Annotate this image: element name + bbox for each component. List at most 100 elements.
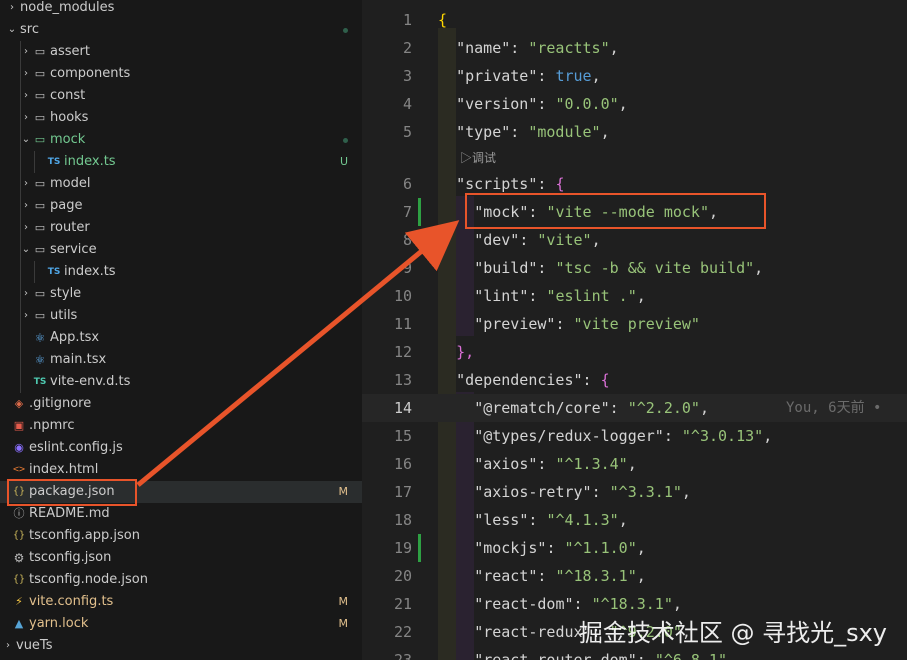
json-file-icon: {} [12, 530, 26, 541]
chevron-right-icon[interactable]: › [20, 107, 32, 129]
code-line[interactable]: 13 "dependencies": { [362, 366, 907, 394]
chevron-right-icon[interactable]: › [20, 305, 32, 327]
line-number: 5 [402, 123, 412, 141]
code-line[interactable]: 16 "axios": "^1.3.4", [362, 450, 907, 478]
code-line[interactable]: 2 "name": "reactts", [362, 34, 907, 62]
json-file-icon: {} [12, 574, 26, 585]
react-file-icon: ⚛ [34, 353, 46, 367]
code-line[interactable]: 23 "react-router-dom": "^6.8.1", [362, 646, 907, 660]
explorer-item[interactable]: › ▭ utils [0, 305, 362, 327]
code-text: "axios-retry": "^3.3.1", [474, 483, 691, 501]
code-line[interactable]: 8 "dev": "vite", [362, 226, 907, 254]
code-text: "less": "^4.1.3", [474, 511, 628, 529]
folder-icon: ▭ [34, 243, 46, 256]
explorer-item[interactable]: ⌄ ▭ service [0, 239, 362, 261]
explorer-item[interactable]: ◈ .gitignore [0, 393, 362, 415]
git-gutter-marker [418, 198, 421, 226]
chevron-right-icon[interactable]: › [20, 85, 32, 107]
explorer-item[interactable]: › ▭ const [0, 85, 362, 107]
explorer-item[interactable]: ◉ eslint.config.js [0, 437, 362, 459]
explorer-item-label: index.ts [64, 264, 116, 279]
chevron-right-icon[interactable]: › [20, 173, 32, 195]
explorer-item[interactable]: ⚛ main.tsx [0, 349, 362, 371]
explorer-item[interactable]: TS vite-env.d.ts [0, 371, 362, 393]
explorer-item[interactable]: ▣ .npmrc [0, 415, 362, 437]
code-text: "mockjs": "^1.1.0", [474, 539, 646, 557]
explorer-item[interactable]: › vueTs [0, 635, 362, 657]
explorer-item-label: model [50, 176, 91, 191]
code-line[interactable]: 4 "version": "0.0.0", [362, 90, 907, 118]
explorer-item[interactable]: TS index.ts [0, 261, 362, 283]
code-line[interactable]: 11 "preview": "vite preview" [362, 310, 907, 338]
chevron-right-icon[interactable]: › [20, 195, 32, 217]
chevron-right-icon[interactable]: › [20, 283, 32, 305]
code-line[interactable]: 14 "@rematch/core": "^2.2.0", You, 6天前 • [362, 394, 907, 422]
explorer-item-label: index.html [29, 462, 99, 477]
line-number: 15 [393, 427, 412, 445]
debug-codelens[interactable]: ▷调试 [460, 149, 496, 166]
explorer-item[interactable]: {} tsconfig.node.json [0, 569, 362, 591]
explorer-item-label: vite.config.ts [29, 594, 114, 609]
highlight-mock-script [465, 193, 766, 229]
explorer-item[interactable]: › ▭ assert [0, 41, 362, 63]
folder-icon: ▭ [34, 133, 46, 146]
code-line[interactable]: 10 "lint": "eslint .", [362, 282, 907, 310]
code-line[interactable]: 5 "type": "module", [362, 118, 907, 146]
code-text: }, [456, 343, 475, 361]
git-file-icon: ◈ [14, 397, 24, 410]
chevron-right-icon[interactable]: › [20, 41, 32, 63]
code-editor[interactable]: 1{2 "name": "reactts", 3 "private": true, 4 "… [362, 0, 907, 660]
chevron-down-icon[interactable]: ⌄ [20, 129, 32, 151]
explorer-item[interactable]: TS index.ts U [0, 151, 362, 173]
chevron-down-icon[interactable]: ⌄ [20, 239, 32, 261]
code-line[interactable]: 20 "react": "^18.3.1", [362, 562, 907, 590]
line-number: 19 [393, 539, 412, 557]
explorer-item[interactable]: › ▭ model [0, 173, 362, 195]
explorer-item[interactable]: {} tsconfig.app.json [0, 525, 362, 547]
explorer-item[interactable]: ⓘ README.md [0, 503, 362, 525]
explorer-item[interactable]: ⌄ src [0, 19, 362, 41]
code-line[interactable]: 15 "@types/redux-logger": "^3.0.13", [362, 422, 907, 450]
chevron-right-icon[interactable]: › [6, 0, 18, 19]
explorer-item-label: components [50, 66, 131, 81]
explorer-item-label: hooks [50, 110, 89, 125]
explorer-item[interactable]: ⚛ App.tsx [0, 327, 362, 349]
chevron-right-icon[interactable]: › [20, 63, 32, 85]
explorer-item[interactable]: › node_modules [0, 0, 362, 19]
code-text: "react": "^18.3.1", [474, 567, 646, 585]
highlight-package-json [7, 479, 137, 506]
explorer-item[interactable]: ▲ yarn.lock M [0, 613, 362, 635]
code-text: "preview": "vite preview" [474, 315, 700, 333]
react-file-icon: ⚛ [34, 331, 46, 345]
npm-file-icon: ▣ [13, 419, 25, 432]
code-line[interactable]: 9 "build": "tsc -b && vite build", [362, 254, 907, 282]
code-line[interactable]: 3 "private": true, [362, 62, 907, 90]
code-text: "react-router-dom": "^6.8.1", [474, 651, 737, 660]
explorer-item[interactable]: ⌄ ▭ mock [0, 129, 362, 151]
code-line[interactable]: 1{ [362, 6, 907, 34]
explorer-item[interactable]: › ▭ page [0, 195, 362, 217]
explorer-item[interactable]: › ▭ style [0, 283, 362, 305]
explorer-item-label: page [50, 198, 83, 213]
code-line[interactable]: 18 "less": "^4.1.3", [362, 506, 907, 534]
code-line[interactable]: 17 "axios-retry": "^3.3.1", [362, 478, 907, 506]
code-text: "axios": "^1.3.4", [474, 455, 637, 473]
code-line[interactable]: 19 "mockjs": "^1.1.0", [362, 534, 907, 562]
yarn-file-icon: ▲ [14, 617, 24, 630]
explorer-item[interactable]: <> index.html [0, 459, 362, 481]
explorer-item[interactable]: ⚙ tsconfig.json [0, 547, 362, 569]
chevron-right-icon[interactable]: › [2, 635, 14, 657]
code-text: "dependencies": { [456, 371, 610, 389]
line-number: 8 [402, 231, 412, 249]
explorer-item[interactable]: ⚡ vite.config.ts M [0, 591, 362, 613]
explorer-item[interactable]: › ▭ components [0, 63, 362, 85]
code-line[interactable]: 12}, [362, 338, 907, 366]
explorer-item-label: App.tsx [50, 330, 100, 345]
chevron-down-icon[interactable]: ⌄ [6, 19, 18, 41]
explorer-item[interactable]: › ▭ hooks [0, 107, 362, 129]
folder-icon: ▭ [34, 221, 46, 234]
line-number: 14 [393, 399, 412, 417]
explorer-item[interactable]: › ▭ router [0, 217, 362, 239]
chevron-right-icon[interactable]: › [20, 217, 32, 239]
git-status-badge: M [338, 595, 349, 608]
